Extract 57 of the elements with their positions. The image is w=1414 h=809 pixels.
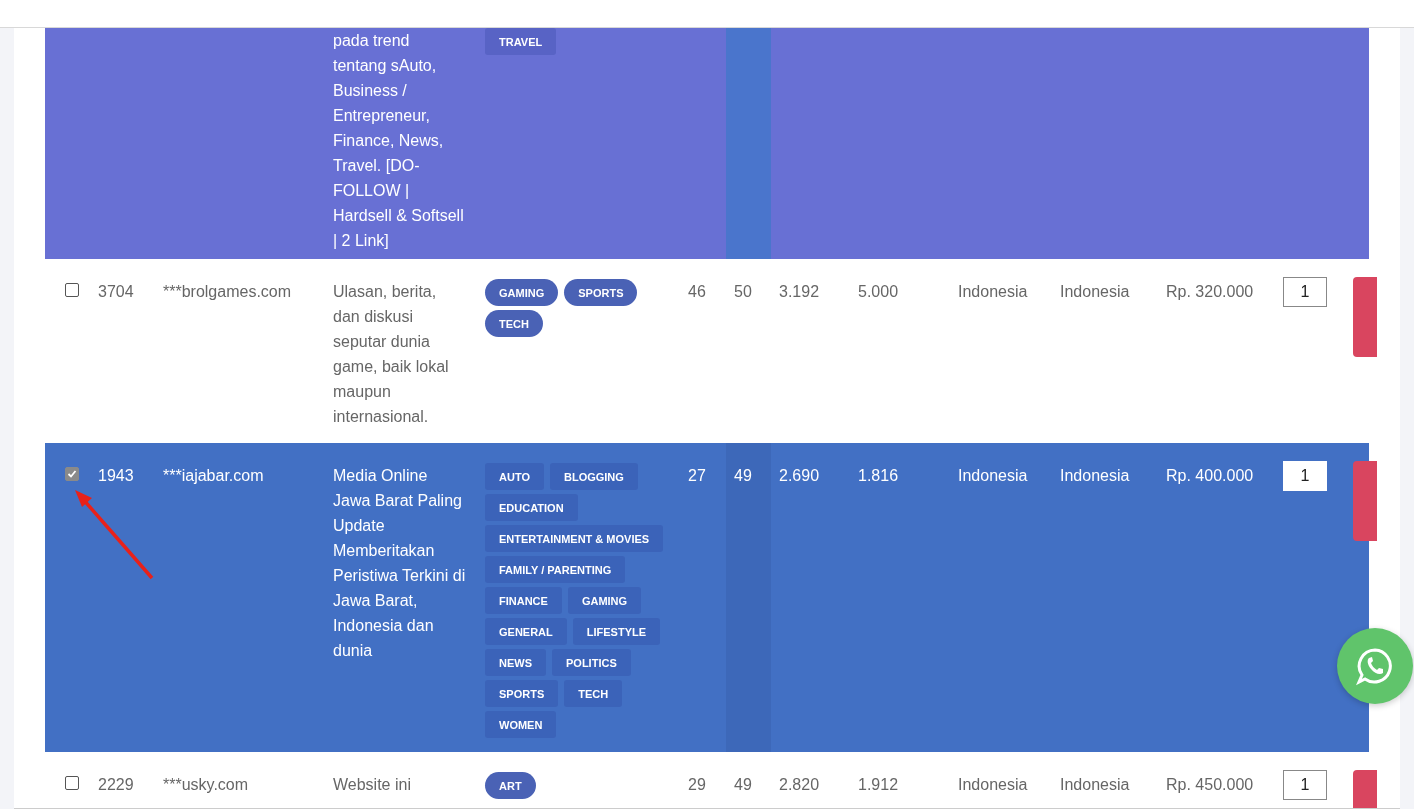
country-text: Indonesia <box>1060 776 1130 793</box>
site-description: Ulasan, berita, dan diskusi seputar dunia game, baik lokal maupun internasional. <box>333 283 449 425</box>
category-tag: GAMING <box>567 587 642 614</box>
site-id: 2229 <box>98 776 134 793</box>
site-id: 3704 <box>98 283 134 300</box>
country-text: Indonesia <box>958 776 1028 793</box>
price-text: Rp. 450.000 <box>1166 776 1254 793</box>
category-tag: LIFESTYLE <box>572 618 661 645</box>
category-tag: AUTO <box>485 463 544 490</box>
metric-value: 2.820 <box>779 776 820 793</box>
category-tag: FINANCE <box>485 587 562 614</box>
country-text: Indonesia <box>1060 467 1130 484</box>
metric-value: 27 <box>688 467 706 484</box>
category-tag: GAMING <box>485 279 559 306</box>
category-tag: WOMEN <box>485 711 557 738</box>
country-text: Indonesia <box>958 283 1028 300</box>
site-description: Media Online Jawa Barat Paling Update Memberitakan Peristiwa Terkini di Jawa Barat, Indonesia dan dunia <box>333 467 466 659</box>
metric-value: 2.690 <box>779 467 820 484</box>
category-tag: TRAVEL <box>485 28 557 55</box>
category-tag: EDUCATION <box>485 494 578 521</box>
category-tag: TECH <box>564 680 623 707</box>
category-tag: NEWS <box>485 649 546 676</box>
metric-value: 1.912 <box>858 776 899 793</box>
site-description: Website ini <box>333 776 411 793</box>
category-tag: SPORTS <box>564 279 638 306</box>
metric-value: 29 <box>688 776 706 793</box>
site-description: pada trend tentang sAuto, Business / Entrepreneur, Finance, News, Travel. [DO-FOLLOW | Hardsell & Softsell | 2 Link] <box>333 32 464 249</box>
category-tag: ART <box>485 772 536 799</box>
country-text: Indonesia <box>958 467 1028 484</box>
row-checkbox[interactable] <box>65 467 79 481</box>
price-text: Rp. 320.000 <box>1166 283 1254 300</box>
category-tag: POLITICS <box>552 649 631 676</box>
metric-value: 5.000 <box>858 283 899 300</box>
price-text: Rp. 400.000 <box>1166 467 1254 484</box>
quantity-field[interactable]: 1 <box>1283 461 1327 491</box>
site-domain: ***usky.com <box>163 776 249 793</box>
quantity-field[interactable]: 1 <box>1283 277 1327 307</box>
metric-value: 50 <box>734 283 752 300</box>
country-text: Indonesia <box>1060 283 1130 300</box>
site-id: 1943 <box>98 467 134 484</box>
quantity-field[interactable]: 1 <box>1283 770 1327 800</box>
category-tag: BLOGGING <box>549 463 638 490</box>
metric-value: 49 <box>734 776 752 793</box>
category-tag: ENTERTAINMENT & MOVIES <box>485 525 664 552</box>
site-domain: ***brolgames.com <box>163 283 292 300</box>
metric-value: 46 <box>688 283 706 300</box>
chat-phone-icon <box>1355 646 1395 686</box>
category-tag: TECH <box>485 310 543 337</box>
row-checkbox[interactable] <box>65 283 79 297</box>
metric-value: 1.816 <box>858 467 899 484</box>
category-tag: FAMILY / PARENTING <box>485 556 626 583</box>
category-tag: GENERAL <box>485 618 567 645</box>
row-checkbox[interactable] <box>65 776 79 790</box>
metric-value: 49 <box>734 467 752 484</box>
site-domain: ***iajabar.com <box>163 467 264 484</box>
category-tag: SPORTS <box>485 680 559 707</box>
metric-value: 3.192 <box>779 283 820 300</box>
